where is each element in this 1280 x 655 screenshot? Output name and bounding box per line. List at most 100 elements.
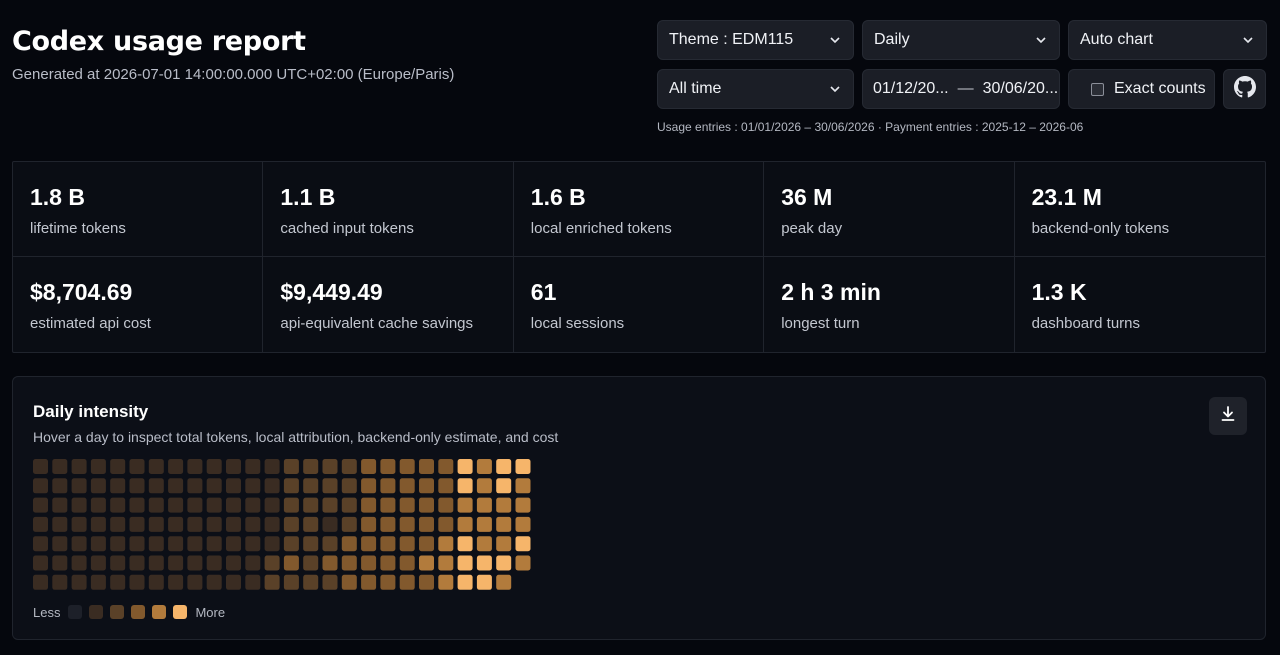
heatmap-day-cell[interactable] <box>361 497 377 513</box>
heatmap-day-cell[interactable] <box>187 555 203 571</box>
heatmap-day-cell[interactable] <box>33 478 48 494</box>
heatmap-day-cell[interactable] <box>476 536 492 552</box>
heatmap-day-cell[interactable] <box>206 574 222 590</box>
heatmap-day-cell[interactable] <box>52 459 68 474</box>
heatmap-day-cell[interactable] <box>110 574 126 590</box>
heatmap-day-cell[interactable] <box>148 516 164 532</box>
heatmap-day-cell[interactable] <box>33 555 48 571</box>
heatmap-day-cell[interactable] <box>457 459 473 474</box>
heatmap-day-cell[interactable] <box>206 459 222 474</box>
heatmap-day-cell[interactable] <box>168 574 184 590</box>
heatmap-day-cell[interactable] <box>283 536 299 552</box>
heatmap-day-cell[interactable] <box>419 536 434 552</box>
heatmap-day-cell[interactable] <box>245 555 261 571</box>
heatmap-day-cell[interactable] <box>476 516 492 532</box>
heatmap-day-cell[interactable] <box>322 574 338 590</box>
heatmap-day-cell[interactable] <box>264 497 280 513</box>
heatmap-day-cell[interactable] <box>457 516 473 532</box>
heatmap-day-cell[interactable] <box>226 536 241 552</box>
heatmap-day-cell[interactable] <box>110 459 126 474</box>
heatmap-day-cell[interactable] <box>148 574 164 590</box>
heatmap-day-cell[interactable] <box>283 574 299 590</box>
heatmap-day-cell[interactable] <box>457 497 473 513</box>
heatmap-day-cell[interactable] <box>438 516 454 532</box>
heatmap-day-cell[interactable] <box>264 459 280 474</box>
heatmap-day-cell[interactable] <box>380 497 396 513</box>
heatmap-day-cell[interactable] <box>71 478 87 494</box>
heatmap-day-cell[interactable] <box>245 536 261 552</box>
heatmap-day-cell[interactable] <box>52 497 68 513</box>
heatmap-day-cell[interactable] <box>303 536 319 552</box>
heatmap-day-cell[interactable] <box>515 516 531 532</box>
heatmap-day-cell[interactable] <box>52 574 68 590</box>
heatmap-day-cell[interactable] <box>496 536 512 552</box>
heatmap-day-cell[interactable] <box>110 555 126 571</box>
heatmap-day-cell[interactable] <box>361 478 377 494</box>
heatmap-day-cell[interactable] <box>33 497 48 513</box>
heatmap-day-cell[interactable] <box>496 555 512 571</box>
heatmap-day-cell[interactable] <box>148 497 164 513</box>
theme-select[interactable]: Theme : EDM115 <box>657 20 854 60</box>
heatmap-day-cell[interactable] <box>168 497 184 513</box>
heatmap-day-cell[interactable] <box>361 555 377 571</box>
heatmap-day-cell[interactable] <box>52 555 68 571</box>
exact-counts-checkbox[interactable] <box>1091 82 1104 96</box>
heatmap-day-cell[interactable] <box>187 497 203 513</box>
heatmap-day-cell[interactable] <box>129 555 145 571</box>
heatmap-day-cell[interactable] <box>148 536 164 552</box>
heatmap-day-cell[interactable] <box>52 478 68 494</box>
heatmap-day-cell[interactable] <box>361 536 377 552</box>
heatmap-day-cell[interactable] <box>380 459 396 474</box>
heatmap-day-cell[interactable] <box>361 574 377 590</box>
heatmap-day-cell[interactable] <box>52 536 68 552</box>
heatmap-day-cell[interactable] <box>341 536 357 552</box>
heatmap-day-cell[interactable] <box>515 536 531 552</box>
heatmap-day-cell[interactable] <box>206 497 222 513</box>
heatmap-day-cell[interactable] <box>457 478 473 494</box>
heatmap-day-cell[interactable] <box>90 497 106 513</box>
date-to-input[interactable]: 30/06/20... <box>983 80 1059 98</box>
heatmap-day-cell[interactable] <box>457 536 473 552</box>
heatmap-day-cell[interactable] <box>226 516 241 532</box>
heatmap-day-cell[interactable] <box>110 497 126 513</box>
heatmap-day-cell[interactable] <box>148 459 164 474</box>
heatmap-day-cell[interactable] <box>168 555 184 571</box>
heatmap-day-cell[interactable] <box>303 459 319 474</box>
heatmap-day-cell[interactable] <box>322 459 338 474</box>
heatmap-day-cell[interactable] <box>90 536 106 552</box>
heatmap-day-cell[interactable] <box>457 574 473 590</box>
heatmap-day-cell[interactable] <box>438 459 454 474</box>
heatmap-day-cell[interactable] <box>245 459 261 474</box>
heatmap-day-cell[interactable] <box>206 516 222 532</box>
heatmap-day-cell[interactable] <box>303 497 319 513</box>
heatmap-day-cell[interactable] <box>322 497 338 513</box>
heatmap-day-cell[interactable] <box>168 478 184 494</box>
heatmap-day-cell[interactable] <box>322 516 338 532</box>
heatmap-day-cell[interactable] <box>496 497 512 513</box>
heatmap-day-cell[interactable] <box>399 459 415 474</box>
download-button[interactable] <box>1209 397 1247 435</box>
heatmap-day-cell[interactable] <box>341 497 357 513</box>
heatmap-day-cell[interactable] <box>206 478 222 494</box>
heatmap-day-cell[interactable] <box>90 574 106 590</box>
heatmap-day-cell[interactable] <box>283 555 299 571</box>
heatmap-day-cell[interactable] <box>496 574 512 590</box>
heatmap-day-cell[interactable] <box>206 536 222 552</box>
heatmap-day-cell[interactable] <box>129 536 145 552</box>
heatmap-day-cell[interactable] <box>380 478 396 494</box>
chart-mode-select[interactable]: Auto chart <box>1068 20 1267 60</box>
heatmap-day-cell[interactable] <box>399 497 415 513</box>
github-button[interactable] <box>1223 69 1266 109</box>
heatmap-day-cell[interactable] <box>476 478 492 494</box>
heatmap-day-cell[interactable] <box>168 516 184 532</box>
heatmap-day-cell[interactable] <box>515 459 531 474</box>
heatmap-day-cell[interactable] <box>341 459 357 474</box>
heatmap-day-cell[interactable] <box>187 478 203 494</box>
heatmap-day-cell[interactable] <box>419 497 434 513</box>
heatmap-day-cell[interactable] <box>476 459 492 474</box>
granularity-select[interactable]: Daily <box>862 20 1060 60</box>
heatmap-day-cell[interactable] <box>71 497 87 513</box>
heatmap-day-cell[interactable] <box>341 478 357 494</box>
heatmap-day-cell[interactable] <box>226 478 241 494</box>
heatmap-day-cell[interactable] <box>90 459 106 474</box>
